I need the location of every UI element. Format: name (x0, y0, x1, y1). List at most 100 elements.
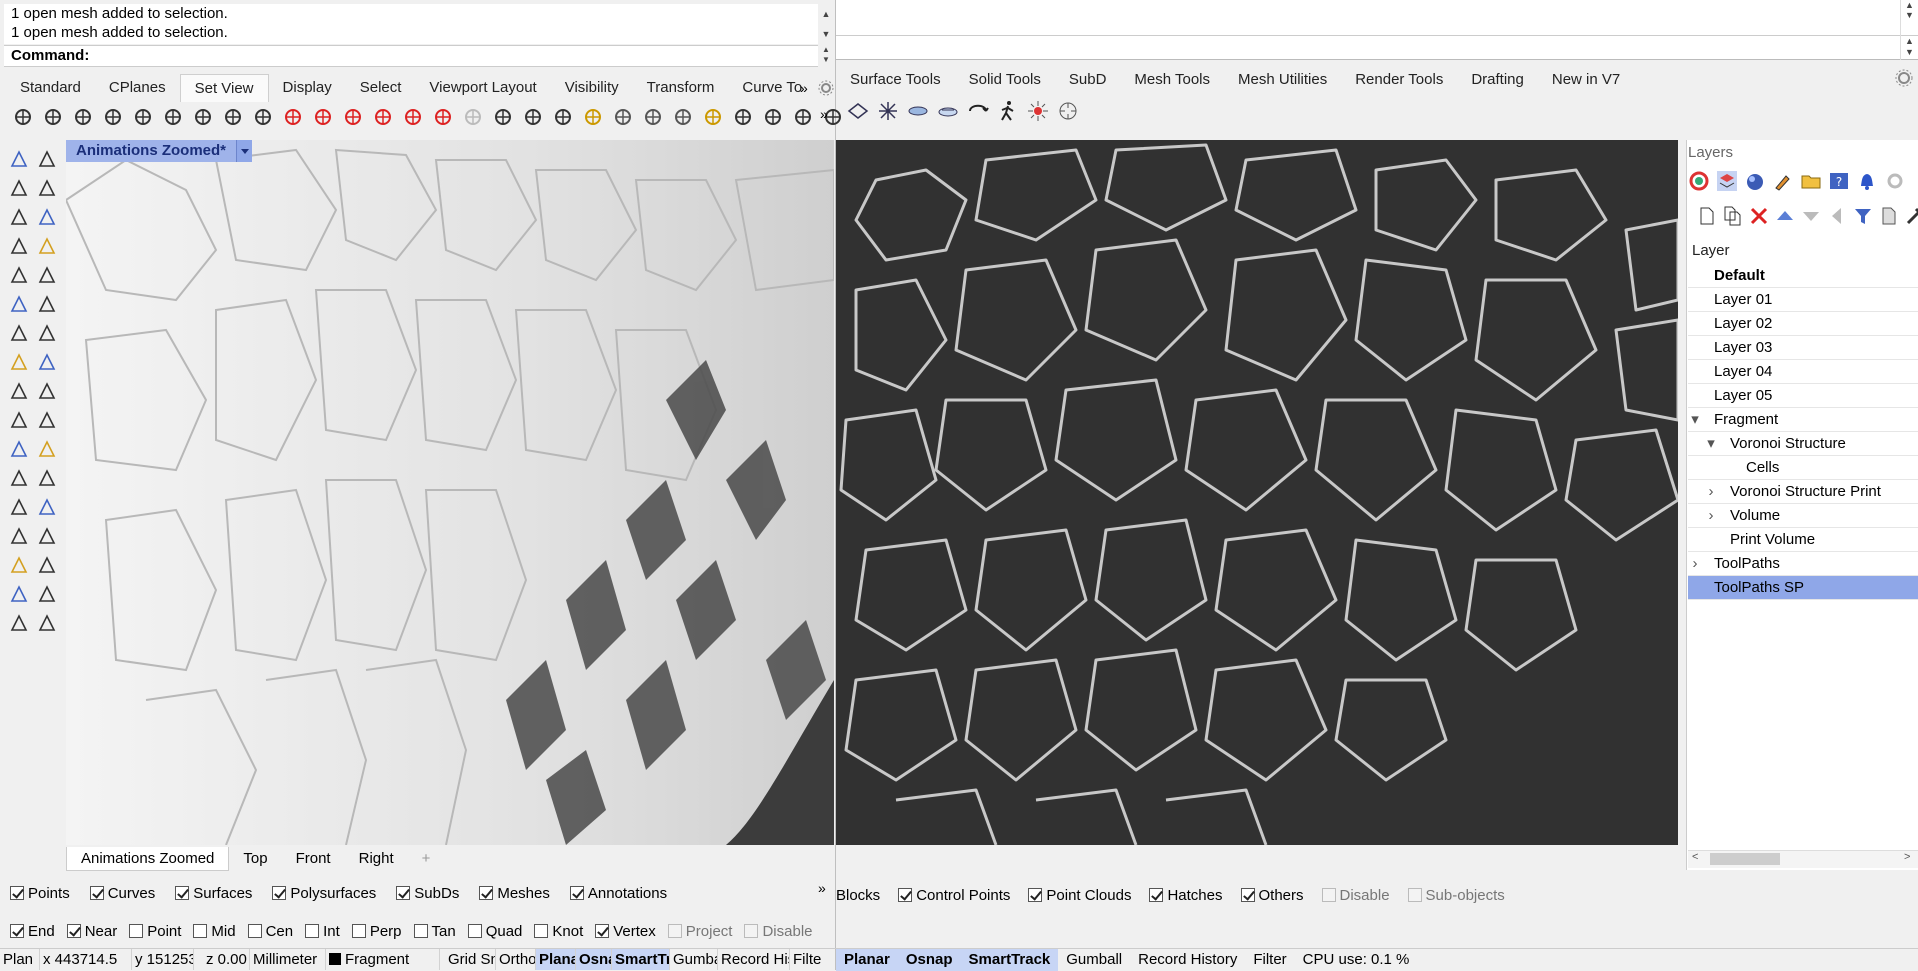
planar-toggle[interactable]: Planar (836, 948, 898, 971)
smarttrack-toggle[interactable]: SmartTrack (960, 948, 1059, 971)
checkbox-curves[interactable]: Curves (89, 885, 155, 902)
target-icon[interactable] (670, 104, 696, 130)
checkbox-cen[interactable]: Cen (247, 923, 293, 940)
checkbox-mid[interactable]: Mid (193, 923, 236, 940)
record-history-toggle[interactable]: Record History (718, 949, 790, 970)
layer-row[interactable]: › Voronoi Structure Print (1688, 480, 1918, 504)
walk-icon[interactable] (996, 99, 1020, 123)
sun-icon[interactable] (1026, 99, 1050, 123)
scroll-right-icon[interactable]: > (1904, 851, 1910, 863)
color-wheel-icon[interactable] (1688, 170, 1710, 192)
move-up-icon[interactable] (1774, 205, 1796, 227)
checkbox-sub-objects[interactable]: Sub-objects (1407, 887, 1505, 904)
checkbox-box[interactable] (413, 924, 428, 938)
check-icon[interactable] (36, 583, 58, 605)
layer-row[interactable]: Layer 03 (1688, 336, 1918, 360)
zoom-out-icon[interactable] (220, 104, 246, 130)
text-icon[interactable] (8, 496, 30, 518)
grid-snap-toggle[interactable]: Grid Snap (440, 949, 496, 970)
chevron-down-icon[interactable]: ▾ (1688, 408, 1702, 432)
loop-icon[interactable] (966, 99, 990, 123)
gear-icon[interactable] (1884, 170, 1906, 192)
checkbox-others[interactable]: Others (1240, 887, 1304, 904)
dimension-icon[interactable] (36, 496, 58, 518)
move-left-icon[interactable] (1826, 205, 1848, 227)
new-layer-icon[interactable] (1696, 205, 1718, 227)
solid-union-icon[interactable] (36, 322, 58, 344)
curve-edit-icon[interactable] (36, 177, 58, 199)
layer-row[interactable]: ToolPaths SP (1688, 576, 1918, 600)
toolbar-overflow-button[interactable]: » (820, 106, 828, 122)
help-icon[interactable]: ? (1828, 170, 1850, 192)
planar-toggle[interactable]: Planar (536, 949, 576, 970)
main-tab-mesh-tools[interactable]: Mesh Tools (1120, 71, 1224, 88)
checkbox-point-clouds[interactable]: Point Clouds (1028, 887, 1131, 904)
scale-icon[interactable] (36, 525, 58, 547)
delete-icon[interactable] (1748, 205, 1770, 227)
hexagon-icon[interactable] (8, 264, 30, 286)
checkbox-vertex[interactable]: Vertex (595, 923, 656, 940)
sphere-icon[interactable] (610, 104, 636, 130)
layer-row[interactable]: Layer 01 (1688, 288, 1918, 312)
chevron-down-icon[interactable]: ▾ (1704, 432, 1718, 456)
align-icon[interactable] (36, 409, 58, 431)
filter-icon[interactable] (1852, 205, 1874, 227)
zoom-window-icon[interactable] (100, 104, 126, 130)
red-car-side-icon[interactable] (310, 104, 336, 130)
layer-row[interactable]: Cells (1688, 456, 1918, 480)
new-sublayer-icon[interactable] (1722, 205, 1744, 227)
viewport-tab-animations-zoomed[interactable]: Animations Zoomed (66, 847, 230, 871)
tabs-overflow-button[interactable]: » (800, 80, 812, 96)
viewport-tab-top[interactable]: Top (229, 847, 281, 871)
main-history-scrollbar[interactable]: ▲ ▼ (1900, 0, 1918, 36)
viewport-tab-front[interactable]: Front (282, 847, 345, 871)
red-car-icon[interactable] (280, 104, 306, 130)
mesh-plane-icon[interactable] (906, 99, 930, 123)
osnap-toggle[interactable]: Osnap (897, 948, 961, 971)
pan-icon[interactable] (10, 104, 36, 130)
zoom-extents-icon[interactable] (130, 104, 156, 130)
checkbox-tan[interactable]: Tan (413, 923, 456, 940)
viewport-title[interactable]: Animations Zoomed* (66, 140, 237, 162)
transform-icon[interactable] (8, 409, 30, 431)
checkbox-box[interactable] (898, 888, 913, 902)
tab-visibility[interactable]: Visibility (551, 74, 633, 102)
gumball-toggle[interactable]: Gumball (670, 949, 718, 970)
tab-set-view[interactable]: Set View (179, 74, 269, 102)
checkbox-quad[interactable]: Quad (467, 923, 522, 940)
checkbox-box[interactable] (534, 924, 549, 938)
sweep-icon[interactable] (36, 380, 58, 402)
checkbox-end[interactable]: End (10, 923, 55, 940)
folder-icon[interactable] (1800, 170, 1822, 192)
checkbox-box[interactable] (667, 924, 682, 938)
checkbox-blocks[interactable]: Blocks (836, 887, 880, 904)
render-sphere-icon[interactable] (1744, 170, 1766, 192)
checkbox-box[interactable] (744, 924, 759, 938)
mirror-icon[interactable] (36, 554, 58, 576)
rectangle-icon[interactable] (36, 235, 58, 257)
chevron-right-icon[interactable]: › (1704, 480, 1718, 504)
tab-cplanes[interactable]: CPlanes (95, 74, 180, 102)
gear-icon[interactable] (1894, 68, 1914, 88)
main-tab-surface-tools[interactable]: Surface Tools (836, 71, 955, 88)
paint-brush-icon[interactable] (1772, 170, 1794, 192)
checkbox-box[interactable] (247, 924, 262, 938)
checkbox-surfaces[interactable]: Surfaces (175, 885, 252, 902)
chevron-right-icon[interactable]: › (1688, 552, 1702, 576)
checkbox-annotations[interactable]: Annotations (569, 885, 667, 902)
checkbox-point[interactable]: Point (129, 923, 181, 940)
car-rear-icon[interactable] (430, 104, 456, 130)
checkbox-box[interactable] (396, 886, 411, 900)
checkbox-box[interactable] (351, 924, 366, 938)
viewport-menu-dropdown[interactable] (236, 140, 252, 162)
checkbox-disable[interactable]: Disable (1321, 887, 1390, 904)
select-icon[interactable] (8, 148, 30, 170)
tab-select[interactable]: Select (346, 74, 416, 102)
extrude-icon[interactable] (36, 351, 58, 373)
checkbox-box[interactable] (1240, 888, 1255, 902)
car-top-icon[interactable] (340, 104, 366, 130)
scroll-left-icon[interactable]: < (1692, 851, 1698, 863)
box-view-icon[interactable] (790, 104, 816, 130)
filter-toggle[interactable]: Filter (1245, 949, 1294, 971)
smarttrack-toggle[interactable]: SmartTrack (612, 949, 670, 970)
